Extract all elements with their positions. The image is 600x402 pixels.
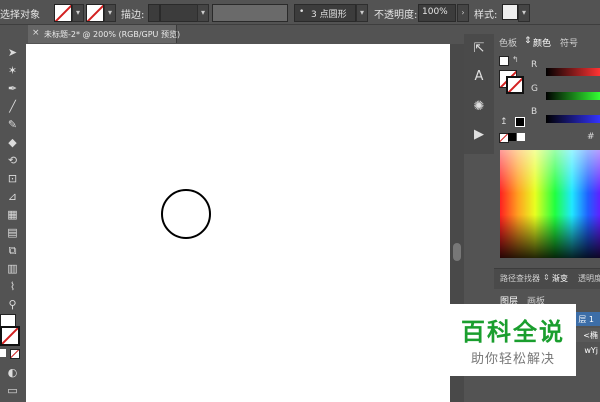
gradient-tool-icon[interactable]: ▤ <box>4 226 21 240</box>
hex-label: # <box>587 132 595 142</box>
layer-item-name: <椭 <box>583 331 598 340</box>
out-of-gamut-icon[interactable]: ↥ <box>500 117 508 127</box>
stroke-weight-dropdown-icon[interactable]: ▾ <box>197 4 209 22</box>
selection-label: 选择对象 <box>0 10 40 21</box>
eraser-icon[interactable]: ◆ <box>4 136 21 150</box>
tab-pathfinder[interactable]: 路径查找器 <box>500 273 540 284</box>
graph-tool-icon[interactable]: ▥ <box>4 262 21 276</box>
channel-g-label: G <box>531 84 538 94</box>
rotate-tool-icon[interactable]: ⟲ <box>4 154 21 168</box>
opacity-arrow-icon[interactable]: › <box>457 4 469 22</box>
zoom-tool-icon[interactable]: ⚲ <box>4 298 21 312</box>
channel-r-label: R <box>531 60 538 70</box>
stroke-swatch[interactable] <box>86 4 104 22</box>
close-tab-icon[interactable]: × <box>32 28 40 38</box>
sun-icon[interactable]: ✺ <box>470 98 488 116</box>
web-safe-swatch[interactable] <box>515 117 525 127</box>
stroke-label: 描边: <box>121 10 145 21</box>
artwork <box>161 189 211 239</box>
watermark-title: 百科全说 <box>461 318 565 346</box>
channel-b-label: B <box>531 107 538 117</box>
character-icon[interactable]: A <box>470 68 488 86</box>
r-slider[interactable] <box>546 68 600 76</box>
opacity-input[interactable]: 100% <box>418 4 456 22</box>
tab-gradient[interactable]: 渐变 <box>552 273 568 284</box>
export-icon[interactable]: ⇱ <box>470 40 488 58</box>
opacity-value: 100% <box>422 7 448 17</box>
panel-stroke-swatch[interactable] <box>506 76 524 94</box>
perspective-grid-icon[interactable]: ▦ <box>4 208 21 222</box>
tab-transparency[interactable]: 透明度 <box>578 273 600 284</box>
tab-gradient-icon[interactable]: ⇕ <box>543 273 550 282</box>
tab-color[interactable]: 颜色 <box>533 36 551 49</box>
selection-tool-icon[interactable]: ➤ <box>4 46 21 60</box>
style-swatch[interactable] <box>502 4 518 20</box>
none-mode-icon[interactable] <box>10 349 20 359</box>
eyedropper-icon[interactable]: ⌇ <box>4 280 21 294</box>
document-title: 未标题-2* @ 200% (RGB/GPU 预览) <box>44 30 181 39</box>
fill-swatch[interactable] <box>54 4 72 22</box>
style-label: 样式: <box>474 10 498 21</box>
tab-swatches[interactable]: 色板 <box>499 36 517 49</box>
brush-label: 3 点圆形 <box>311 10 347 20</box>
brush-definition-dropdown[interactable]: • 3 点圆形 <box>294 4 356 22</box>
style-dropdown-icon[interactable]: ▾ <box>518 4 530 22</box>
white-swatch[interactable] <box>517 133 525 141</box>
magic-wand-icon[interactable]: ✶ <box>4 64 21 78</box>
paintbrush-icon[interactable]: ✎ <box>4 118 21 132</box>
color-mode-icon[interactable] <box>0 349 6 357</box>
line-tool-icon[interactable]: ╱ <box>4 100 21 114</box>
variable-width-profile[interactable] <box>212 4 288 22</box>
g-slider[interactable] <box>546 92 600 100</box>
shape-builder-icon[interactable]: ⊿ <box>4 190 21 204</box>
stroke-stepper[interactable] <box>148 4 160 22</box>
tools-panel: ➤ ✶ ✒ ╱ ✎ ◆ ⟲ ⊡ ⊿ ▦ ▤ ⧉ ▥ ⌇ ⚲ ◐ ▭ <box>0 44 26 402</box>
panel-fill-small[interactable] <box>499 56 509 66</box>
artboard-canvas[interactable] <box>26 44 450 402</box>
pen-tool-icon[interactable]: ✒ <box>4 82 21 96</box>
screen-mode-icon[interactable]: ▭ <box>4 384 21 398</box>
color-spectrum[interactable] <box>500 150 600 258</box>
ellipse-shape <box>161 189 211 239</box>
control-bar: 选择对象 ▾ ▾ 描边: ▾ • 3 点圆形 ▾ 不透明度: 100% › 样式… <box>0 0 600 25</box>
opacity-label: 不透明度: <box>374 10 418 21</box>
watermark: 百科全说 助你轻松解决 <box>450 304 576 376</box>
b-slider[interactable] <box>546 115 600 123</box>
play-icon[interactable]: ▶ <box>470 126 488 144</box>
black-swatch[interactable] <box>508 133 516 141</box>
blend-tool-icon[interactable]: ⧉ <box>4 244 21 258</box>
stroke-indicator[interactable] <box>0 326 20 346</box>
draw-mode-icon[interactable]: ◐ <box>4 366 21 380</box>
scrollbar-thumb[interactable] <box>453 243 461 261</box>
brush-dropdown-icon[interactable]: ▾ <box>356 4 368 22</box>
tab-symbols[interactable]: 符号 <box>560 36 578 49</box>
tab-color-icon[interactable]: ⇕ <box>524 36 532 46</box>
free-transform-icon[interactable]: ⊡ <box>4 172 21 186</box>
stroke-dropdown-icon[interactable]: ▾ <box>104 4 116 22</box>
fill-dropdown-icon[interactable]: ▾ <box>72 4 84 22</box>
layer-name: 层 1 <box>578 315 594 324</box>
swap-icon[interactable]: ↰ <box>512 55 519 64</box>
watermark-subtitle: 助你轻松解决 <box>470 352 555 367</box>
document-tab[interactable]: × 未标题-2* @ 200% (RGB/GPU 预览) <box>28 25 181 43</box>
layer-item-name-2: wYj <box>584 346 598 355</box>
